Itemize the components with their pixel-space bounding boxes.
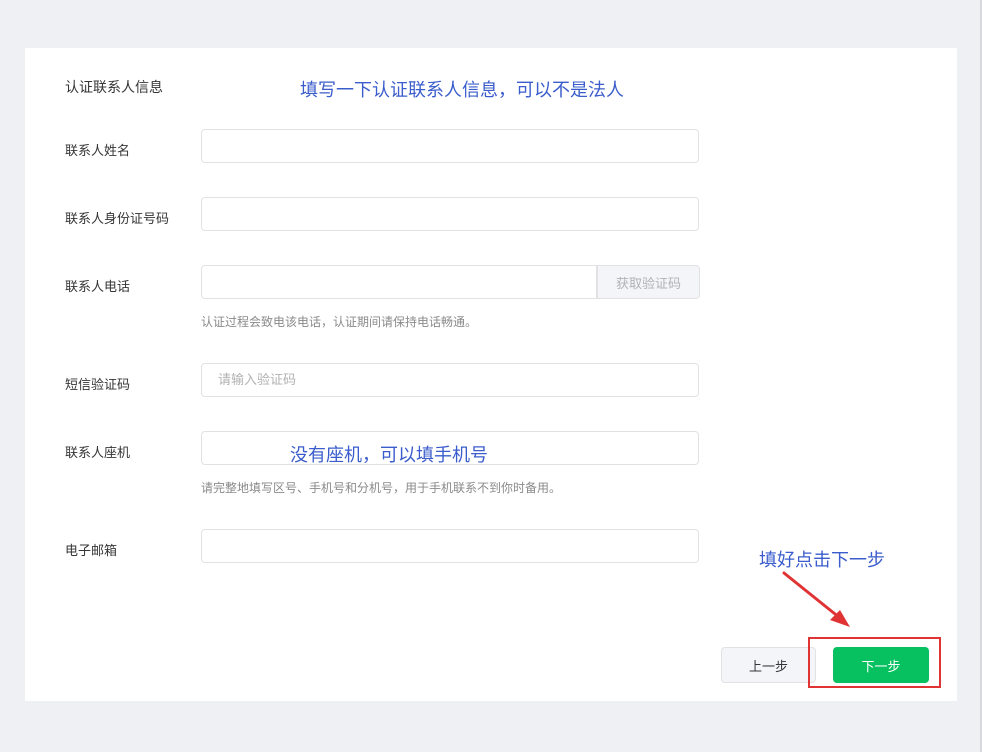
contact-name-label: 联系人姓名 xyxy=(65,144,131,159)
sms-code-label: 短信验证码 xyxy=(65,378,131,393)
phone-label: 联系人电话 xyxy=(65,280,131,295)
email-input[interactable] xyxy=(201,529,699,563)
id-number-label: 联系人身份证号码 xyxy=(65,212,170,227)
form-card: 认证联系人信息 填写一下认证联系人信息，可以不是法人 联系人姓名 联系人身份证号… xyxy=(25,48,957,701)
arrow-icon xyxy=(782,571,850,627)
annotation-top: 填写一下认证联系人信息，可以不是法人 xyxy=(300,80,624,101)
sms-code-input[interactable] xyxy=(201,363,699,397)
annotation-landline: 没有座机，可以填手机号 xyxy=(290,445,488,466)
prev-step-button[interactable]: 上一步 xyxy=(721,647,816,683)
phone-input[interactable] xyxy=(201,265,597,299)
landline-label: 联系人座机 xyxy=(65,446,131,461)
section-title: 认证联系人信息 xyxy=(65,80,163,96)
highlight-box xyxy=(808,637,941,688)
contact-name-input[interactable] xyxy=(201,129,699,163)
get-code-button[interactable]: 获取验证码 xyxy=(597,265,700,299)
annotation-next: 填好点击下一步 xyxy=(759,550,885,571)
id-number-input[interactable] xyxy=(201,197,699,231)
email-label: 电子邮箱 xyxy=(65,544,118,559)
phone-hint: 认证过程会致电该电话，认证期间请保持电话畅通。 xyxy=(201,315,478,329)
landline-hint: 请完整地填写区号、手机号和分机号，用于手机联系不到你时备用。 xyxy=(201,481,562,495)
